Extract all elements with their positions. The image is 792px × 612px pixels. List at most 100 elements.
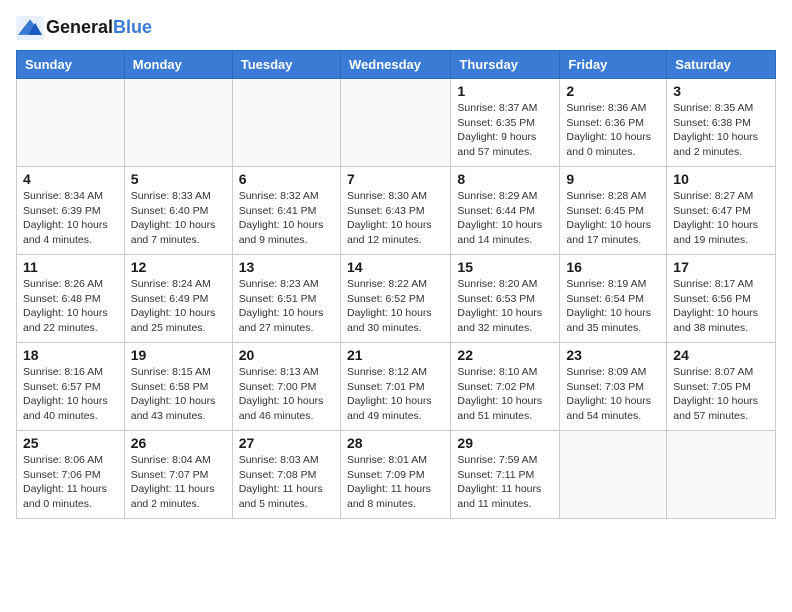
calendar-cell: 24 Sunrise: 8:07 AM Sunset: 7:05 PM Dayli… — [667, 343, 776, 431]
day-number: 21 — [347, 347, 444, 363]
calendar-cell — [124, 79, 232, 167]
calendar-cell: 15 Sunrise: 8:20 AM Sunset: 6:53 PM Dayli… — [451, 255, 560, 343]
day-header-sunday: Sunday — [17, 51, 125, 79]
day-info: Sunrise: 8:24 AM Sunset: 6:49 PM Dayligh… — [131, 277, 226, 336]
calendar-cell: 11 Sunrise: 8:26 AM Sunset: 6:48 PM Dayli… — [17, 255, 125, 343]
calendar-cell: 27 Sunrise: 8:03 AM Sunset: 7:08 PM Dayli… — [232, 431, 340, 519]
calendar-cell: 14 Sunrise: 8:22 AM Sunset: 6:52 PM Dayli… — [340, 255, 450, 343]
calendar-cell: 1 Sunrise: 8:37 AM Sunset: 6:35 PM Daylig… — [451, 79, 560, 167]
day-number: 27 — [239, 435, 334, 451]
day-info: Sunrise: 7:59 AM Sunset: 7:11 PM Dayligh… — [457, 453, 553, 512]
day-number: 23 — [566, 347, 660, 363]
logo: GeneralBlue — [16, 16, 152, 40]
calendar-cell: 19 Sunrise: 8:15 AM Sunset: 6:58 PM Dayli… — [124, 343, 232, 431]
day-info: Sunrise: 8:12 AM Sunset: 7:01 PM Dayligh… — [347, 365, 444, 424]
calendar-cell: 7 Sunrise: 8:30 AM Sunset: 6:43 PM Daylig… — [340, 167, 450, 255]
day-number: 10 — [673, 171, 769, 187]
day-header-monday: Monday — [124, 51, 232, 79]
calendar-cell: 5 Sunrise: 8:33 AM Sunset: 6:40 PM Daylig… — [124, 167, 232, 255]
calendar-cell: 18 Sunrise: 8:16 AM Sunset: 6:57 PM Dayli… — [17, 343, 125, 431]
calendar-cell: 17 Sunrise: 8:17 AM Sunset: 6:56 PM Dayli… — [667, 255, 776, 343]
day-number: 17 — [673, 259, 769, 275]
day-number: 8 — [457, 171, 553, 187]
calendar-cell: 9 Sunrise: 8:28 AM Sunset: 6:45 PM Daylig… — [560, 167, 667, 255]
day-info: Sunrise: 8:03 AM Sunset: 7:08 PM Dayligh… — [239, 453, 334, 512]
calendar-cell: 26 Sunrise: 8:04 AM Sunset: 7:07 PM Dayli… — [124, 431, 232, 519]
day-info: Sunrise: 8:35 AM Sunset: 6:38 PM Dayligh… — [673, 101, 769, 160]
day-number: 6 — [239, 171, 334, 187]
day-number: 24 — [673, 347, 769, 363]
day-info: Sunrise: 8:30 AM Sunset: 6:43 PM Dayligh… — [347, 189, 444, 248]
calendar-cell: 23 Sunrise: 8:09 AM Sunset: 7:03 PM Dayli… — [560, 343, 667, 431]
day-number: 9 — [566, 171, 660, 187]
calendar-cell — [667, 431, 776, 519]
calendar-cell — [560, 431, 667, 519]
calendar-cell — [340, 79, 450, 167]
day-info: Sunrise: 8:27 AM Sunset: 6:47 PM Dayligh… — [673, 189, 769, 248]
day-number: 13 — [239, 259, 334, 275]
calendar-cell: 21 Sunrise: 8:12 AM Sunset: 7:01 PM Dayli… — [340, 343, 450, 431]
day-number: 26 — [131, 435, 226, 451]
day-info: Sunrise: 8:06 AM Sunset: 7:06 PM Dayligh… — [23, 453, 118, 512]
day-header-saturday: Saturday — [667, 51, 776, 79]
day-number: 2 — [566, 83, 660, 99]
day-info: Sunrise: 8:23 AM Sunset: 6:51 PM Dayligh… — [239, 277, 334, 336]
day-number: 16 — [566, 259, 660, 275]
calendar-cell: 29 Sunrise: 7:59 AM Sunset: 7:11 PM Dayli… — [451, 431, 560, 519]
day-info: Sunrise: 8:22 AM Sunset: 6:52 PM Dayligh… — [347, 277, 444, 336]
day-info: Sunrise: 8:13 AM Sunset: 7:00 PM Dayligh… — [239, 365, 334, 424]
day-number: 3 — [673, 83, 769, 99]
day-number: 14 — [347, 259, 444, 275]
day-info: Sunrise: 8:37 AM Sunset: 6:35 PM Dayligh… — [457, 101, 553, 160]
calendar-cell: 3 Sunrise: 8:35 AM Sunset: 6:38 PM Daylig… — [667, 79, 776, 167]
calendar-cell: 10 Sunrise: 8:27 AM Sunset: 6:47 PM Dayli… — [667, 167, 776, 255]
day-info: Sunrise: 8:34 AM Sunset: 6:39 PM Dayligh… — [23, 189, 118, 248]
calendar-cell: 25Sunrise: 8:06 AM Sunset: 7:06 PM Dayli… — [17, 431, 125, 519]
day-info: Sunrise: 8:10 AM Sunset: 7:02 PM Dayligh… — [457, 365, 553, 424]
calendar-cell: 8Sunrise: 8:29 AM Sunset: 6:44 PM Daylig… — [451, 167, 560, 255]
day-info: Sunrise: 8:15 AM Sunset: 6:58 PM Dayligh… — [131, 365, 226, 424]
calendar: SundayMondayTuesdayWednesdayThursdayFrid… — [16, 50, 776, 519]
day-info: Sunrise: 8:17 AM Sunset: 6:56 PM Dayligh… — [673, 277, 769, 336]
day-number: 29 — [457, 435, 553, 451]
day-header-friday: Friday — [560, 51, 667, 79]
day-info: Sunrise: 8:09 AM Sunset: 7:03 PM Dayligh… — [566, 365, 660, 424]
calendar-cell: 28 Sunrise: 8:01 AM Sunset: 7:09 PM Dayli… — [340, 431, 450, 519]
calendar-cell: 13 Sunrise: 8:23 AM Sunset: 6:51 PM Dayli… — [232, 255, 340, 343]
day-info: Sunrise: 8:19 AM Sunset: 6:54 PM Dayligh… — [566, 277, 660, 336]
day-info: Sunrise: 8:28 AM Sunset: 6:45 PM Dayligh… — [566, 189, 660, 248]
day-info: Sunrise: 8:32 AM Sunset: 6:41 PM Dayligh… — [239, 189, 334, 248]
day-number: 19 — [131, 347, 226, 363]
day-number: 28 — [347, 435, 444, 451]
day-header-wednesday: Wednesday — [340, 51, 450, 79]
day-number: 12 — [131, 259, 226, 275]
calendar-cell: 4Sunrise: 8:34 AM Sunset: 6:39 PM Daylig… — [17, 167, 125, 255]
day-number: 18 — [23, 347, 118, 363]
day-number: 22 — [457, 347, 553, 363]
calendar-cell: 16 Sunrise: 8:19 AM Sunset: 6:54 PM Dayli… — [560, 255, 667, 343]
day-info: Sunrise: 8:36 AM Sunset: 6:36 PM Dayligh… — [566, 101, 660, 160]
day-header-thursday: Thursday — [451, 51, 560, 79]
day-number: 11 — [23, 259, 118, 275]
day-number: 15 — [457, 259, 553, 275]
day-number: 1 — [457, 83, 553, 99]
calendar-cell: 20 Sunrise: 8:13 AM Sunset: 7:00 PM Dayli… — [232, 343, 340, 431]
day-number: 20 — [239, 347, 334, 363]
calendar-cell: 22 Sunrise: 8:10 AM Sunset: 7:02 PM Dayli… — [451, 343, 560, 431]
day-info: Sunrise: 8:07 AM Sunset: 7:05 PM Dayligh… — [673, 365, 769, 424]
day-number: 5 — [131, 171, 226, 187]
calendar-cell: 6 Sunrise: 8:32 AM Sunset: 6:41 PM Daylig… — [232, 167, 340, 255]
day-number: 7 — [347, 171, 444, 187]
day-info: Sunrise: 8:26 AM Sunset: 6:48 PM Dayligh… — [23, 277, 118, 336]
calendar-cell: 2 Sunrise: 8:36 AM Sunset: 6:36 PM Daylig… — [560, 79, 667, 167]
day-info: Sunrise: 8:04 AM Sunset: 7:07 PM Dayligh… — [131, 453, 226, 512]
logo-text: GeneralBlue — [46, 18, 152, 38]
calendar-cell: 12 Sunrise: 8:24 AM Sunset: 6:49 PM Dayli… — [124, 255, 232, 343]
day-info: Sunrise: 8:16 AM Sunset: 6:57 PM Dayligh… — [23, 365, 118, 424]
day-info: Sunrise: 8:20 AM Sunset: 6:53 PM Dayligh… — [457, 277, 553, 336]
logo-icon — [16, 16, 44, 40]
calendar-cell — [17, 79, 125, 167]
day-info: Sunrise: 8:33 AM Sunset: 6:40 PM Dayligh… — [131, 189, 226, 248]
day-info: Sunrise: 8:01 AM Sunset: 7:09 PM Dayligh… — [347, 453, 444, 512]
calendar-cell — [232, 79, 340, 167]
